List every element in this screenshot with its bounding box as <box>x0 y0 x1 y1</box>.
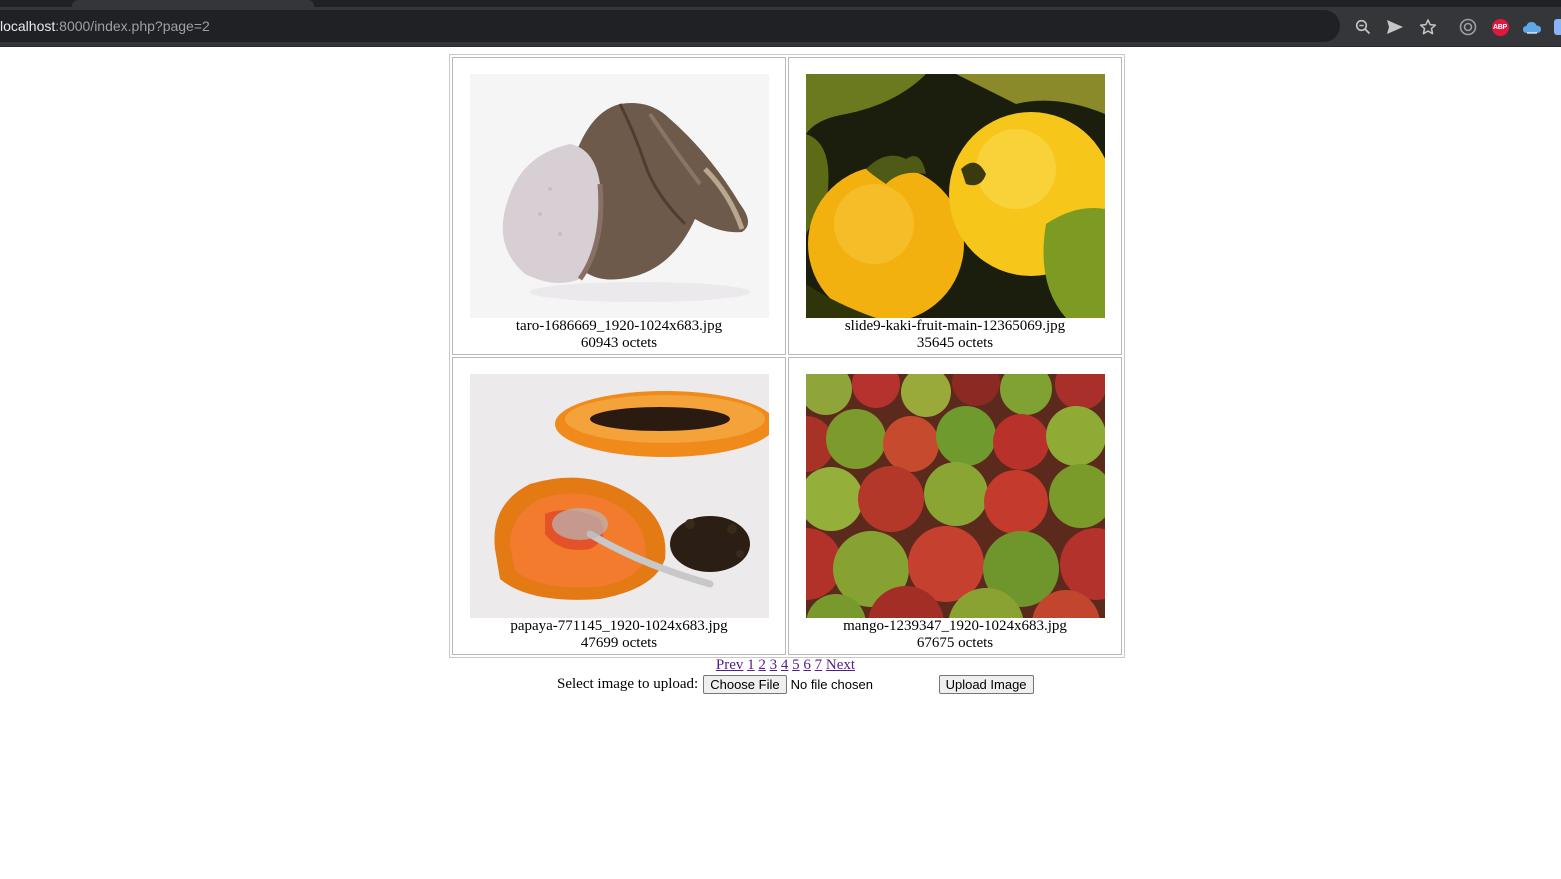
gallery-cell: papaya-771145_1920-1024x683.jpg 47699 oc… <box>452 357 786 655</box>
page-link-7[interactable]: 7 <box>815 657 823 673</box>
next-link[interactable]: Next <box>826 657 855 673</box>
tab-strip <box>0 0 1561 7</box>
page-link-4[interactable]: 4 <box>781 657 789 673</box>
image-size: 47699 octets <box>580 635 658 651</box>
upload-label: Select image to upload: <box>557 675 699 692</box>
bookmark-star-icon[interactable] <box>1418 17 1438 37</box>
gallery-cell: mango-1239347_1920-1024x683.jpg 67675 oc… <box>788 357 1122 655</box>
image-size: 67675 octets <box>916 635 994 651</box>
choose-file-button[interactable]: Choose File <box>703 674 787 694</box>
image-filename: papaya-771145_1920-1024x683.jpg <box>510 618 728 634</box>
cloud-icon[interactable] <box>1522 17 1542 37</box>
zoom-icon[interactable] <box>1353 17 1373 37</box>
url-host: localhost <box>0 18 56 34</box>
image-filename: taro-1686669_1920-1024x683.jpg <box>515 318 723 334</box>
image-filename: mango-1239347_1920-1024x683.jpg <box>843 618 1067 634</box>
papaya-image[interactable] <box>469 374 769 618</box>
page-link-2[interactable]: 2 <box>758 657 766 673</box>
browser-toolbar: localhost:8000/index.php?page=2 ABP <box>0 7 1561 47</box>
adblock-label: ABP <box>1491 18 1509 36</box>
active-tab[interactable] <box>72 0 314 7</box>
page-link-6[interactable]: 6 <box>803 657 811 673</box>
page-link-3[interactable]: 3 <box>770 657 778 673</box>
send-tab-icon[interactable] <box>1385 17 1405 37</box>
address-bar[interactable]: localhost:8000/index.php?page=2 <box>0 10 1340 42</box>
upload-form: Select image to upload: Choose File No f… <box>557 673 1034 695</box>
gallery-cell: slide9-kaki-fruit-main-12365069.jpg 3564… <box>788 57 1122 355</box>
upload-image-button[interactable]: Upload Image <box>938 674 1034 694</box>
taro-image[interactable] <box>469 74 769 318</box>
prev-link[interactable]: Prev <box>716 657 744 673</box>
image-gallery: taro-1686669_1920-1024x683.jpg 60943 oct… <box>449 54 1125 658</box>
pagination: Prev 1 2 3 4 5 6 7 Next <box>0 656 1561 674</box>
adblock-icon[interactable]: ABP <box>1490 17 1510 37</box>
file-status: No file chosen <box>790 676 873 692</box>
page-link-1[interactable]: 1 <box>747 657 755 673</box>
address-url[interactable]: localhost:8000/index.php?page=2 <box>0 18 210 34</box>
image-filename: slide9-kaki-fruit-main-12365069.jpg <box>844 318 1066 334</box>
mango-image[interactable] <box>805 374 1105 618</box>
profile-icon[interactable] <box>1552 17 1561 37</box>
url-path: :8000/index.php?page=2 <box>55 18 210 34</box>
kaki-image[interactable] <box>805 74 1105 318</box>
gallery-cell: taro-1686669_1920-1024x683.jpg 60943 oct… <box>452 57 786 355</box>
extension-icon[interactable] <box>1458 17 1478 37</box>
page-link-5[interactable]: 5 <box>792 657 800 673</box>
image-size: 35645 octets <box>916 335 994 351</box>
image-size: 60943 octets <box>580 335 658 351</box>
